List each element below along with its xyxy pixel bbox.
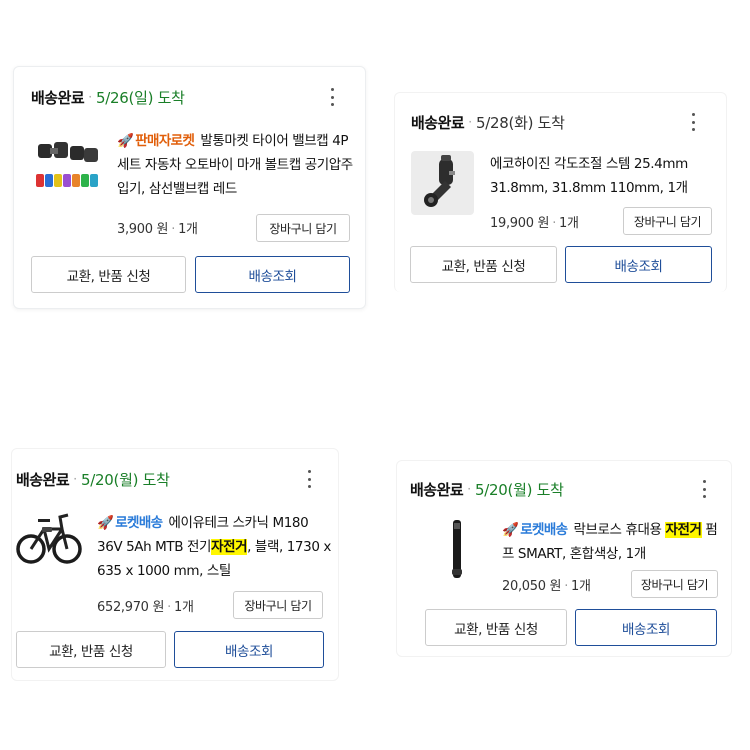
track-delivery-button[interactable]: 배송조회: [195, 256, 350, 293]
order-header: 배송완료 · 5/20(월) 도착: [410, 480, 564, 499]
exchange-return-button[interactable]: 교환, 반품 신청: [425, 609, 567, 646]
arrival-date: 5/20(월) 도착: [475, 480, 564, 499]
product-title-text: 락브로스 휴대용: [573, 522, 666, 538]
quantity: 1개: [559, 216, 579, 231]
price: 652,970 원: [97, 600, 165, 615]
price-line: 652,970 원 · 1개: [97, 600, 194, 615]
quantity: 1개: [178, 222, 198, 237]
order-header: 배송완료 · 5/26(일) 도착: [31, 88, 185, 107]
ebike-image[interactable]: [16, 505, 82, 573]
order-header: 배송완료 · 5/20(월) 도착: [16, 470, 170, 489]
order-card-2: 배송완료 · 5/28(화) 도착 에코하이진 각도조절 스템 25.4mm 3…: [394, 92, 727, 292]
delivery-status: 배송완료: [16, 470, 70, 489]
price-line: 20,050 원 · 1개: [502, 579, 591, 594]
arrival-date: 5/28(화) 도착: [476, 113, 565, 132]
track-delivery-button[interactable]: 배송조회: [174, 631, 324, 668]
order-header: 배송완료 · 5/28(화) 도착: [411, 113, 565, 132]
arrival-date: 5/20(월) 도착: [81, 470, 170, 489]
product-title[interactable]: 🚀 로켓배송 에이유테크 스카닉 M180 36V 5Ah MTB 전기자전거, 블…: [97, 511, 332, 583]
more-options-icon[interactable]: [699, 480, 709, 498]
price-line: 3,900 원 · 1개: [117, 222, 198, 237]
price-line: 19,900 원 · 1개: [490, 216, 579, 231]
more-options-icon[interactable]: [688, 113, 698, 131]
order-card-4: 배송완료 · 5/20(월) 도착 🚀 로켓배송 락브로스 휴대용 자전거 펌프 S…: [396, 460, 732, 657]
quantity: 1개: [571, 579, 591, 594]
rocket-delivery-badge: 로켓배송: [520, 522, 568, 538]
more-options-icon[interactable]: [304, 470, 314, 488]
price: 3,900 원: [117, 222, 169, 237]
seller-rocket-badge: 판매자로켓: [135, 133, 195, 149]
product-title-text: 에코하이진 각도조절 스템 25.4mm 31.8mm, 31.8mm 110m…: [490, 156, 688, 196]
add-to-cart-button[interactable]: 장바구니 담기: [631, 570, 718, 598]
track-delivery-button[interactable]: 배송조회: [565, 246, 712, 283]
search-highlight: 자전거: [665, 522, 702, 538]
stem-image[interactable]: [411, 151, 474, 215]
quantity: 1개: [174, 600, 194, 615]
order-card-1: 배송완료 · 5/26(일) 도착 🚀 판매자로켓 발통마켓 타이어 밸브캡 4P …: [13, 66, 366, 309]
delivery-status: 배송완료: [411, 113, 465, 132]
add-to-cart-button[interactable]: 장바구니 담기: [233, 591, 323, 619]
more-options-icon[interactable]: [327, 88, 337, 106]
add-to-cart-button[interactable]: 장바구니 담기: [256, 214, 350, 242]
exchange-return-button[interactable]: 교환, 반품 신청: [16, 631, 166, 668]
product-title[interactable]: 🚀 판매자로켓 발통마켓 타이어 밸브캡 4P 세트 자동차 오토바이 마개 볼트캡…: [117, 129, 357, 201]
valve-caps-image[interactable]: [34, 132, 102, 192]
order-card-3: 배송완료 · 5/20(월) 도착 🚀 로켓배송 에이유테크 스카닉 M180 36…: [11, 448, 339, 681]
track-delivery-button[interactable]: 배송조회: [575, 609, 717, 646]
rocket-delivery-badge: 로켓배송: [115, 515, 163, 531]
search-highlight: 자전거: [211, 539, 248, 555]
delivery-status: 배송완료: [410, 480, 464, 499]
exchange-return-button[interactable]: 교환, 반품 신청: [31, 256, 186, 293]
exchange-return-button[interactable]: 교환, 반품 신청: [410, 246, 557, 283]
product-title[interactable]: 에코하이진 각도조절 스템 25.4mm 31.8mm, 31.8mm 110m…: [490, 152, 715, 200]
rocket-icon: 🚀: [117, 133, 134, 149]
price: 20,050 원: [502, 579, 562, 594]
rocket-icon: 🚀: [97, 515, 114, 531]
rocket-icon: 🚀: [502, 522, 519, 538]
arrival-date: 5/26(일) 도착: [96, 88, 185, 107]
add-to-cart-button[interactable]: 장바구니 담기: [623, 207, 712, 235]
pump-image[interactable]: [427, 517, 487, 581]
product-title[interactable]: 🚀 로켓배송 락브로스 휴대용 자전거 펌프 SMART, 혼합색상, 1개: [502, 518, 722, 566]
price: 19,900 원: [490, 216, 550, 231]
delivery-status: 배송완료: [31, 88, 85, 107]
